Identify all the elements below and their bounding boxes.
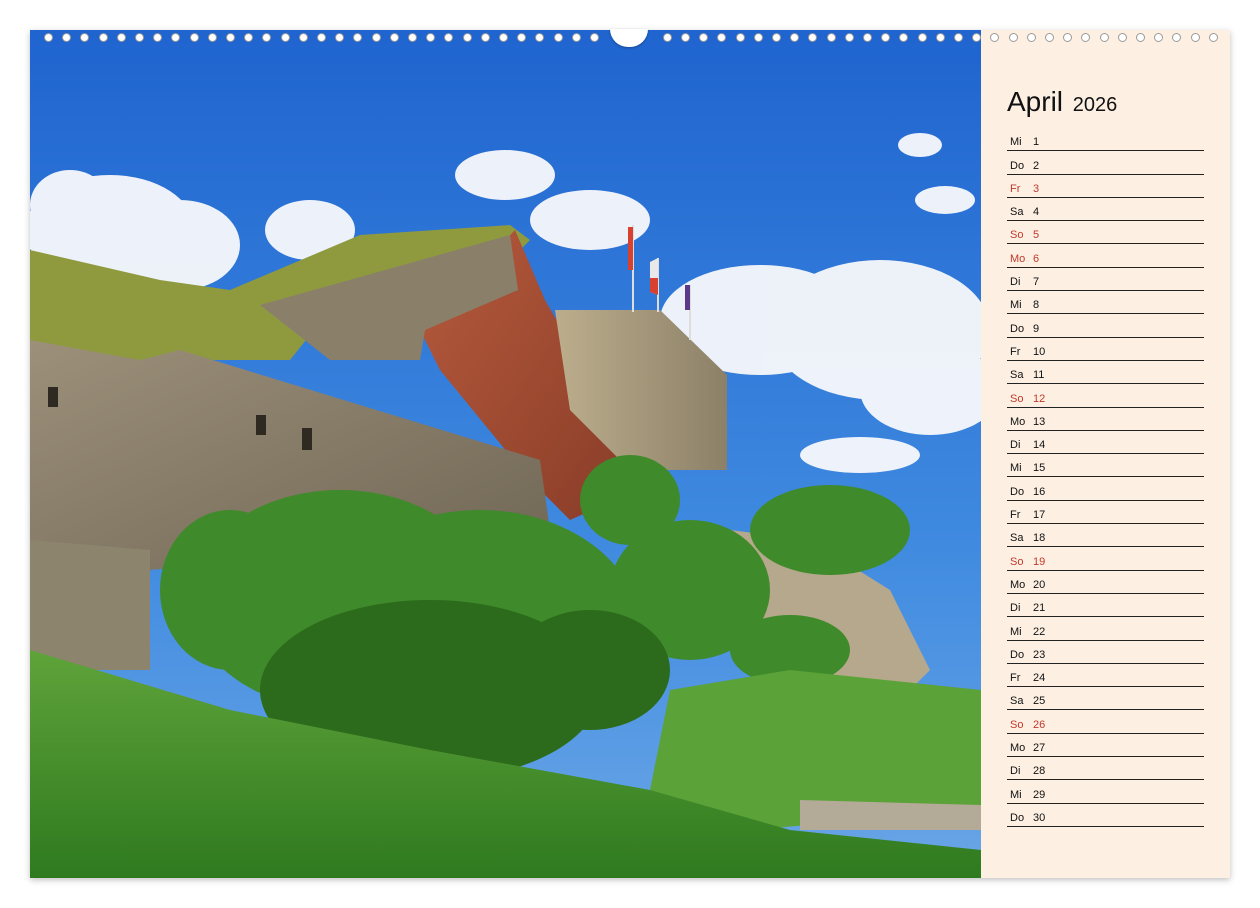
weekday-label: Do	[1010, 485, 1025, 498]
day-number: 29	[1033, 788, 1046, 801]
day-number: 7	[1033, 276, 1040, 289]
day-number: 5	[1033, 229, 1040, 242]
day-row: Di 7	[1007, 268, 1204, 292]
day-number: 24	[1033, 672, 1046, 685]
weekday-label: Mo	[1010, 742, 1026, 755]
weekday-label: Mi	[1010, 462, 1022, 475]
year: 2026	[1072, 94, 1118, 116]
day-row: Mo 20	[1007, 571, 1204, 594]
day-number: 9	[1033, 322, 1040, 335]
day-row: Do 9	[1007, 314, 1204, 338]
day-list: Mi 1 Do 2 Fr 3 Sa 4 So 5 Mo 6 Di 7 Mi 8 Do 9 Fr 10 Sa 11 So 12 M…	[1007, 128, 1204, 827]
day-number: 23	[1033, 648, 1046, 661]
fortress-photo	[30, 30, 981, 878]
day-number: 3	[1033, 182, 1040, 195]
weekday-label: Sa	[1010, 532, 1024, 545]
day-number: 10	[1033, 345, 1046, 358]
day-number: 19	[1033, 555, 1046, 568]
day-row: Sa 18	[1007, 524, 1204, 548]
weekday-label: Di	[1010, 765, 1021, 778]
day-row: Sa 11	[1007, 361, 1204, 385]
weekday-label: Fr	[1010, 345, 1021, 358]
day-row: Mo 6	[1007, 244, 1204, 268]
day-row: Sa 4	[1007, 198, 1204, 222]
weekday-label: Do	[1010, 159, 1025, 172]
day-row: So 26	[1007, 710, 1204, 734]
weekday-label: Do	[1010, 648, 1025, 661]
day-number: 6	[1033, 252, 1040, 265]
day-row: So 19	[1007, 547, 1204, 571]
day-number: 14	[1033, 439, 1046, 452]
day-row: Do 2	[1007, 151, 1204, 175]
day-row: Do 30	[1007, 804, 1204, 827]
day-number: 20	[1033, 578, 1046, 591]
day-row: Mo 27	[1007, 734, 1204, 758]
day-row: Fr 3	[1007, 175, 1204, 198]
day-row: So 5	[1007, 221, 1204, 245]
day-number: 30	[1033, 811, 1046, 824]
day-number: 21	[1033, 602, 1046, 615]
day-number: 28	[1033, 765, 1046, 778]
day-number: 27	[1033, 742, 1046, 755]
day-row: Do 16	[1007, 477, 1204, 501]
day-row: Di 21	[1007, 594, 1204, 618]
weekday-label: Do	[1010, 322, 1025, 335]
day-row: Fr 24	[1007, 664, 1204, 688]
day-row: Di 28	[1007, 757, 1204, 781]
calendar-page: April 2026 Mi 1 Do 2 Fr 3 Sa 4 So 5 Mo 6 Di 7 Mi 8 Do 9 Fr…	[30, 30, 1230, 878]
weekday-label: Mi	[1010, 299, 1022, 312]
calendar-panel: April 2026 Mi 1 Do 2 Fr 3 Sa 4 So 5 Mo 6 Di 7 Mi 8 Do 9 Fr…	[981, 30, 1230, 878]
weekday-label: So	[1010, 392, 1024, 405]
day-row: Mi 8	[1007, 291, 1204, 315]
day-number: 16	[1033, 485, 1046, 498]
day-row: So 12	[1007, 384, 1204, 408]
day-row: Fr 10	[1007, 338, 1204, 361]
weekday-label: So	[1010, 555, 1024, 568]
day-number: 18	[1033, 532, 1046, 545]
weekday-label: Di	[1010, 602, 1021, 615]
weekday-label: Mi	[1010, 136, 1022, 149]
day-row: Do 23	[1007, 641, 1204, 664]
weekday-label: Sa	[1010, 695, 1024, 708]
day-row: Fr 17	[1007, 501, 1204, 525]
weekday-label: Mo	[1010, 252, 1026, 265]
weekday-label: Mi	[1010, 625, 1022, 638]
month-title: April 2026	[1007, 86, 1117, 118]
day-number: 4	[1033, 206, 1040, 219]
weekday-label: Mo	[1010, 415, 1026, 428]
day-row: Mi 22	[1007, 617, 1204, 641]
day-number: 8	[1033, 299, 1040, 312]
day-number: 25	[1033, 695, 1046, 708]
day-row: Sa 25	[1007, 687, 1204, 711]
day-row: Mi 29	[1007, 780, 1204, 804]
day-row: Mo 13	[1007, 408, 1204, 431]
day-number: 2	[1033, 159, 1040, 172]
weekday-label: Sa	[1010, 369, 1024, 382]
day-row: Mi 1	[1007, 128, 1204, 152]
weekday-label: Fr	[1010, 672, 1021, 685]
day-number: 22	[1033, 625, 1046, 638]
weekday-label: Di	[1010, 439, 1021, 452]
day-row: Di 14	[1007, 431, 1204, 455]
day-number: 11	[1033, 369, 1045, 382]
day-number: 15	[1033, 462, 1046, 475]
day-number: 13	[1033, 415, 1046, 428]
weekday-label: Fr	[1010, 509, 1021, 522]
weekday-label: Fr	[1010, 182, 1021, 195]
day-number: 26	[1033, 718, 1046, 731]
day-row: Mi 15	[1007, 454, 1204, 478]
weekday-label: Mi	[1010, 788, 1022, 801]
day-number: 17	[1033, 509, 1046, 522]
weekday-label: Mo	[1010, 578, 1026, 591]
weekday-label: So	[1010, 718, 1024, 731]
day-number: 12	[1033, 392, 1046, 405]
weekday-label: So	[1010, 229, 1024, 242]
weekday-label: Sa	[1010, 206, 1024, 219]
weekday-label: Do	[1010, 811, 1025, 824]
day-number: 1	[1033, 136, 1040, 149]
month-name: April	[1007, 86, 1064, 117]
weekday-label: Di	[1010, 276, 1021, 289]
